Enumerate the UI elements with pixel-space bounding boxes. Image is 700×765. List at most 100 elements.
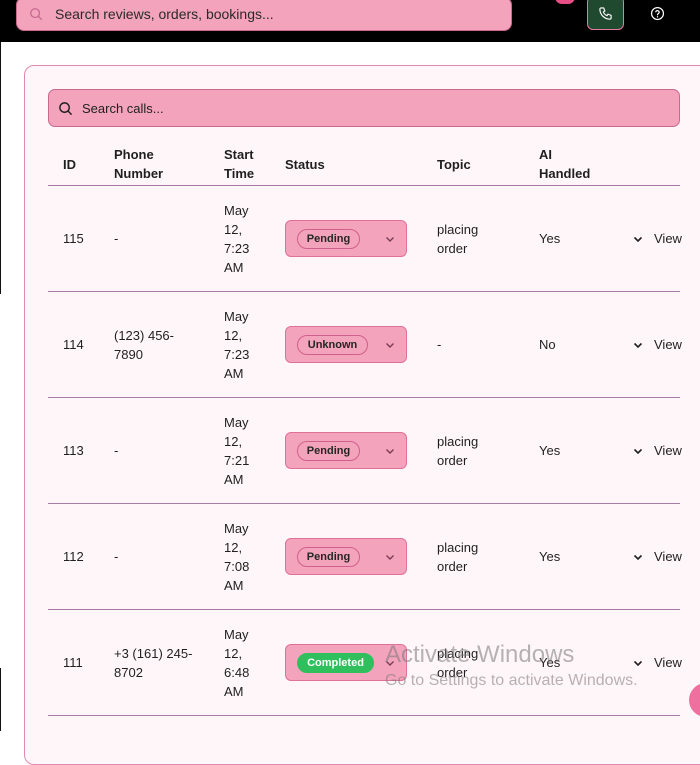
- view-button[interactable]: View: [632, 547, 682, 566]
- start-time-line: 12,: [224, 222, 243, 237]
- start-time-line: AM: [224, 684, 244, 699]
- phone-number: -: [114, 229, 118, 248]
- phone-button[interactable]: [587, 0, 624, 30]
- notification-badge[interactable]: [555, 0, 575, 4]
- status-dropdown[interactable]: Pending: [285, 538, 407, 575]
- start-time-line: AM: [224, 366, 244, 381]
- ai-handled: Yes: [539, 655, 561, 670]
- column-header-ai-line2: Handled: [539, 166, 591, 181]
- view-label: View: [654, 231, 682, 246]
- table-row[interactable]: 112 - May 12, 7:08 AM Pending placing or…: [48, 504, 682, 610]
- topic-line: placing: [437, 222, 479, 237]
- column-header-start-line2: Time: [224, 166, 255, 181]
- call-id: 113: [63, 443, 84, 458]
- table-row[interactable]: 113 - May 12, 7:21 AM Pending placing or…: [48, 398, 682, 504]
- status-badge: Completed: [297, 653, 374, 673]
- calls-search-input[interactable]: [82, 100, 642, 116]
- topic: placing order: [437, 538, 478, 576]
- call-id: 111: [63, 655, 83, 670]
- phone-number: +3 (161) 245- 8702: [114, 644, 192, 682]
- call-id: 112: [63, 549, 84, 564]
- global-search-input[interactable]: [55, 6, 475, 22]
- ai-handled: No: [539, 337, 556, 352]
- phone-number: (123) 456- 7890: [114, 326, 174, 364]
- phone-number: -: [114, 441, 118, 460]
- column-header-start-line1: Start: [224, 147, 254, 162]
- topic-line: order: [437, 453, 468, 468]
- start-time-line: 12,: [224, 434, 243, 449]
- chevron-down-icon: [386, 237, 394, 242]
- phone-line: -: [114, 443, 119, 458]
- side-divider: [0, 668, 1, 731]
- column-header-phone-line1: Phone: [114, 147, 154, 162]
- phone-icon: [599, 6, 612, 20]
- topic: -: [437, 335, 441, 354]
- phone-line: -: [114, 549, 119, 564]
- topic-line: -: [437, 337, 442, 352]
- chevron-down-icon: [633, 448, 643, 454]
- status-dropdown[interactable]: Completed: [285, 644, 407, 681]
- column-header-topic[interactable]: Topic: [437, 155, 471, 174]
- start-time: May 12, 6:48 AM: [224, 625, 249, 701]
- view-label: View: [654, 549, 682, 564]
- calls-table: ID Phone Number Start Time Status Topic …: [48, 144, 682, 716]
- start-time-line: 12,: [224, 540, 243, 555]
- chevron-down-icon: [386, 555, 394, 560]
- view-label: View: [654, 655, 682, 670]
- phone-line: +3 (161) 245-: [114, 646, 193, 661]
- column-header-phone-line2: Number: [114, 166, 164, 181]
- view-label: View: [654, 443, 682, 458]
- view-button[interactable]: View: [632, 229, 682, 248]
- table-row[interactable]: 114 (123) 456- 7890 May 12, 7:23 AM Unkn…: [48, 292, 682, 398]
- global-search-bar[interactable]: [16, 0, 512, 31]
- column-header-status[interactable]: Status: [285, 155, 325, 174]
- phone-line: -: [114, 231, 119, 246]
- status-badge: Pending: [297, 547, 360, 567]
- start-time-line: 7:08: [224, 559, 250, 574]
- column-header-phone[interactable]: Phone Number: [114, 145, 163, 183]
- start-time-line: 12,: [224, 646, 243, 661]
- start-time-line: May: [224, 627, 249, 642]
- phone-line: 7890: [114, 347, 143, 362]
- column-header-id[interactable]: ID: [63, 155, 76, 174]
- ai-handled: Yes: [539, 443, 561, 458]
- start-time-line: 7:23: [224, 347, 250, 362]
- status-badge: Pending: [297, 229, 360, 249]
- start-time-line: 6:48: [224, 665, 250, 680]
- start-time-line: May: [224, 521, 249, 536]
- help-button[interactable]: [646, 4, 668, 22]
- start-time-line: May: [224, 415, 249, 430]
- calls-search-bar[interactable]: [48, 89, 680, 127]
- top-bar: [0, 0, 700, 42]
- chevron-down-icon: [633, 236, 643, 242]
- start-time-line: 7:23: [224, 241, 250, 256]
- status-dropdown[interactable]: Unknown: [285, 326, 407, 363]
- start-time: May 12, 7:21 AM: [224, 413, 249, 489]
- chevron-down-icon: [386, 343, 394, 348]
- topic-line: order: [437, 241, 468, 256]
- topic-line: order: [437, 665, 468, 680]
- column-header-start-time[interactable]: Start Time: [224, 145, 254, 183]
- start-time-line: 7:21: [224, 453, 250, 468]
- search-icon: [59, 101, 73, 115]
- start-time: May 12, 7:08 AM: [224, 519, 249, 595]
- table-header: ID Phone Number Start Time Status Topic …: [48, 144, 680, 186]
- start-time-line: AM: [224, 472, 244, 487]
- help-icon: [650, 6, 664, 20]
- view-button[interactable]: View: [632, 653, 682, 672]
- start-time-line: May: [224, 203, 249, 218]
- status-dropdown[interactable]: Pending: [285, 432, 407, 469]
- topic-line: placing: [437, 646, 479, 661]
- call-id: 115: [63, 231, 84, 246]
- phone-number: -: [114, 547, 118, 566]
- table-row[interactable]: 111 +3 (161) 245- 8702 May 12, 6:48 AM C…: [48, 610, 682, 716]
- view-button[interactable]: View: [632, 441, 682, 460]
- table-row[interactable]: 115 - May 12, 7:23 AM Pending placing or…: [48, 186, 682, 292]
- column-header-ai-line1: AI: [539, 147, 552, 162]
- chevron-down-icon: [386, 661, 394, 666]
- column-header-ai-handled[interactable]: AI Handled: [539, 145, 590, 183]
- topic-line: order: [437, 559, 468, 574]
- view-button[interactable]: View: [632, 335, 682, 354]
- status-dropdown[interactable]: Pending: [285, 220, 407, 257]
- topic-line: placing: [437, 434, 479, 449]
